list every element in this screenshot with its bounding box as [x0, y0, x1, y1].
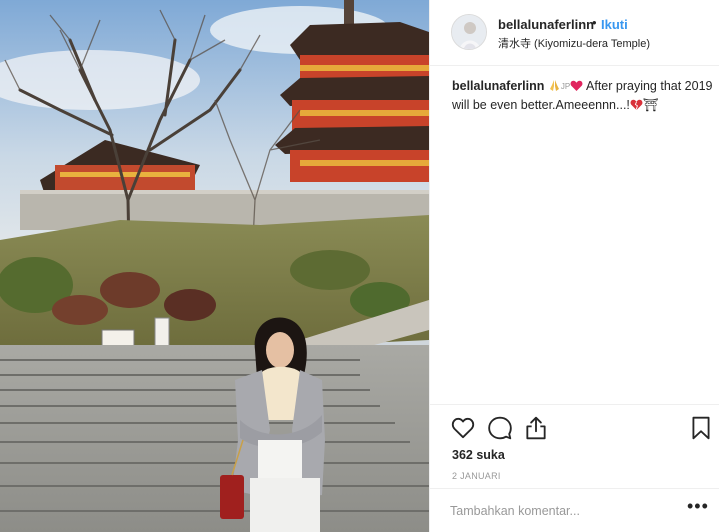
praying-hands-icon — [548, 79, 561, 97]
broken-heart-icon — [630, 99, 643, 116]
temple-photo-illustration — [0, 0, 429, 532]
comment-form: ••• — [430, 488, 719, 532]
comment-input[interactable] — [450, 501, 670, 521]
comment-button[interactable] — [487, 415, 513, 441]
post-side-panel: bellalunaferlinn • Ikuti 清水寺 (Kiyomizu-d… — [429, 0, 719, 532]
heart-outline-icon — [451, 417, 475, 439]
more-options-button[interactable]: ••• — [687, 497, 711, 519]
post-header: bellalunaferlinn • Ikuti 清水寺 (Kiyomizu-d… — [430, 0, 719, 66]
red-heart-icon — [570, 80, 583, 97]
torii-gate-icon: ⛩ — [642, 98, 659, 112]
jp-flag-text: JP — [560, 82, 571, 91]
post-photo[interactable] — [0, 0, 429, 532]
like-button[interactable] — [450, 415, 476, 441]
caption-username-link[interactable]: bellalunaferlinn — [452, 79, 544, 93]
likes-count[interactable]: 362 suka — [452, 448, 505, 462]
save-button[interactable] — [688, 415, 714, 441]
separator-dot: • — [592, 15, 597, 30]
avatar-image — [452, 15, 486, 49]
username-link[interactable]: bellalunaferlinn — [498, 17, 594, 32]
share-upload-icon — [526, 416, 546, 440]
bookmark-icon — [692, 416, 710, 440]
comment-bubble-icon — [488, 416, 512, 440]
post-date[interactable]: 2 JANUARI — [452, 471, 501, 481]
instagram-post: bellalunaferlinn • Ikuti 清水寺 (Kiyomizu-d… — [0, 0, 719, 532]
share-button[interactable] — [523, 415, 549, 441]
follow-button[interactable]: Ikuti — [601, 17, 628, 32]
avatar[interactable] — [451, 14, 487, 50]
actions-divider — [430, 404, 719, 405]
action-bar — [450, 415, 712, 443]
location-link[interactable]: 清水寺 (Kiyomizu-dera Temple) — [498, 35, 650, 51]
post-caption: bellalunaferlinn JP After praying that 2… — [452, 78, 714, 116]
